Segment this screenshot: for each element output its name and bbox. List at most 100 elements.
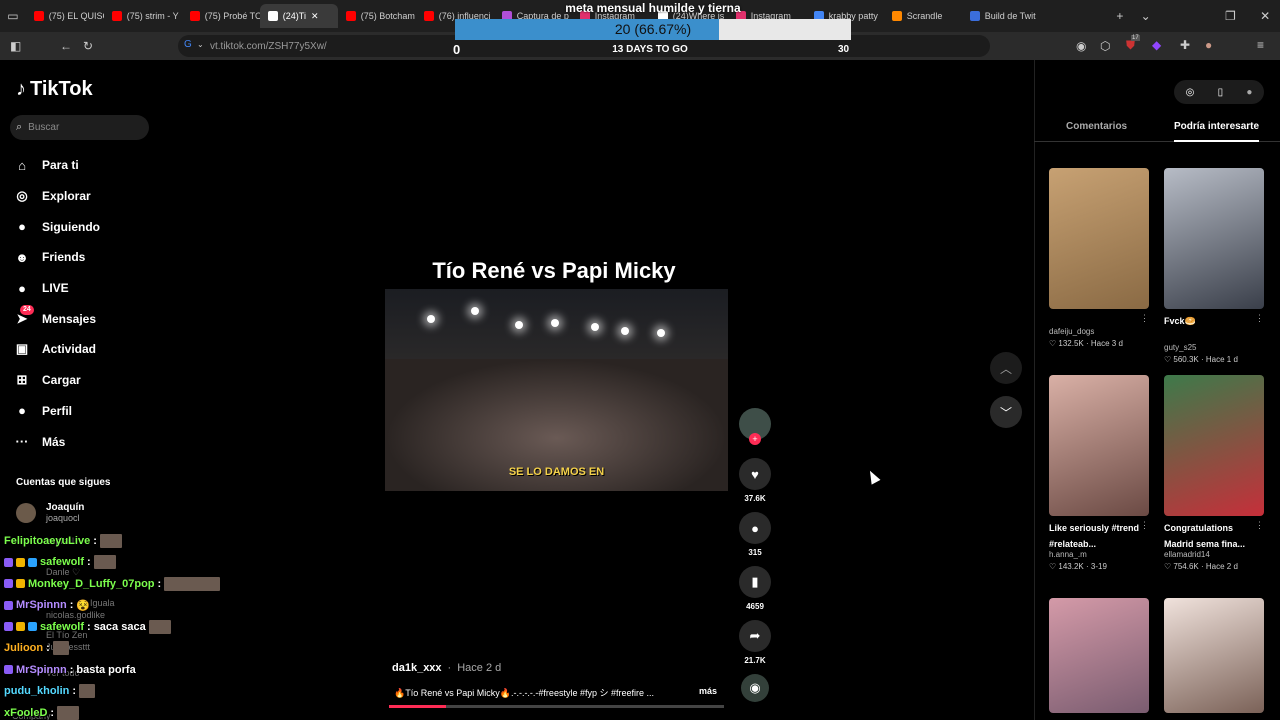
- tab-close-icon[interactable]: ✕: [311, 11, 319, 22]
- save-button[interactable]: ▮ 4659: [738, 566, 772, 615]
- search-input[interactable]: ⌕ Buscar: [10, 115, 149, 140]
- video-thumbnail[interactable]: [1164, 375, 1264, 516]
- video-player[interactable]: SE LO DAMOS EN: [385, 289, 728, 491]
- puzzle-icon[interactable]: ✚: [1180, 38, 1190, 52]
- tiktok-logo[interactable]: ♪ TikTok: [16, 78, 93, 101]
- sidebar-item-siguiendo[interactable]: ● Siguiendo: [14, 211, 164, 242]
- following-account[interactable]: Joaquín joaquocl: [16, 502, 84, 523]
- suggested-video-card[interactable]: Like seriously #trend #relateab... ⋮ h.ann…: [1049, 375, 1149, 571]
- sidebar-item-label: Actividad: [42, 342, 97, 357]
- sidebar-item-label: Mensajes: [42, 311, 97, 326]
- chat-colon: :: [87, 556, 91, 569]
- video-thumbnail[interactable]: [1049, 375, 1149, 516]
- new-tab-icon[interactable]: +: [1107, 9, 1133, 23]
- sidebar-item-label: Friends: [42, 250, 86, 265]
- chat-username: xFooleD: [4, 706, 48, 719]
- card-options-icon[interactable]: ⋮: [1255, 313, 1264, 324]
- browser-tab[interactable]: (24)Ti ✕: [259, 4, 338, 28]
- url-text: vt.tiktok.com/ZSH77y5Xw/: [210, 40, 327, 52]
- chat-username: MrSpinnn: [16, 599, 67, 612]
- tab-comments[interactable]: Comentarios: [1066, 121, 1127, 132]
- sidebar-item-explorar[interactable]: ◎ Explorar: [14, 181, 164, 212]
- chat-message: Julioon :: [4, 638, 254, 660]
- tab-actions-icon[interactable]: ▭: [0, 9, 26, 23]
- suggested-video-card[interactable]: Congratulations Madrid sema fina... ⋮ ella…: [1164, 375, 1264, 571]
- tab-suggestions[interactable]: Podría interesarte: [1174, 121, 1260, 142]
- window-close-icon[interactable]: ✕: [1250, 9, 1280, 23]
- sidebar-item-parati[interactable]: ⌂ Para ti: [14, 150, 164, 181]
- window-restore-icon[interactable]: ❐: [1211, 9, 1251, 23]
- sidebar-item-friends[interactable]: ☻ Friends: [14, 242, 164, 273]
- previous-video-button[interactable]: ︿: [990, 352, 1022, 384]
- post-time: Hace 2 d: [457, 662, 502, 674]
- chat-colon: :: [50, 706, 55, 719]
- browser-tab[interactable]: Scrandle: [884, 4, 962, 28]
- browser-tab[interactable]: (75) Probé TO: [182, 4, 260, 28]
- suggested-video-card[interactable]: Fvck🥯 ⋮ guty_s25 ♡ 560.3K · Hace 1 d: [1164, 168, 1264, 364]
- browser-tab[interactable]: Build de Twit: [962, 4, 1040, 28]
- twitch-ext-icon[interactable]: ◆: [1152, 38, 1161, 52]
- sidebar-item-label: Para ti: [42, 158, 79, 173]
- suggested-video-card[interactable]: [1049, 598, 1149, 713]
- card-time: Hace 2 d: [1205, 562, 1238, 571]
- tab-list-icon[interactable]: ⌄: [1133, 9, 1159, 23]
- comment-count: 315: [748, 548, 762, 557]
- back-icon[interactable]: ←: [60, 39, 72, 53]
- comment-button[interactable]: ● 315: [738, 512, 772, 561]
- sidebar-item-cargar[interactable]: ⊞ Cargar: [14, 365, 164, 396]
- friends-icon: ☻: [15, 249, 29, 265]
- compass-icon[interactable]: ◎: [1186, 87, 1195, 98]
- like-button[interactable]: ♥ 37.6K: [738, 458, 772, 507]
- notification-badge: 24: [20, 304, 34, 315]
- suggested-video-card[interactable]: ⋮ dafeiju_dogs ♡ 132.5K · Hace 3 d: [1049, 168, 1149, 348]
- profile-avatar-icon[interactable]: ●: [1205, 38, 1212, 52]
- heart-icon: ♡: [1164, 355, 1174, 364]
- site-info-icon[interactable]: ⌄: [197, 40, 204, 49]
- mouse-cursor: [865, 468, 881, 485]
- sidebar-item-perfil[interactable]: ● Perfil: [14, 396, 164, 427]
- next-video-button[interactable]: ﹀: [990, 396, 1022, 428]
- card-options-icon[interactable]: ⋮: [1255, 520, 1264, 531]
- phone-icon[interactable]: ▯: [1218, 87, 1224, 98]
- extension-icon[interactable]: ⬡: [1100, 39, 1110, 53]
- sidebar-item-mensajes[interactable]: ➤ 24 Mensajes: [14, 303, 164, 334]
- sidebar-item-label: Perfil: [42, 403, 73, 418]
- sidebar-toggle-icon[interactable]: ◧: [10, 39, 21, 53]
- menu-icon[interactable]: ≡: [1257, 38, 1264, 52]
- author-avatar-button[interactable]: +: [738, 408, 772, 445]
- account-icon[interactable]: ◉: [1076, 39, 1086, 53]
- chat-message: Monkey_D_Luffy_07pop :: [4, 573, 254, 595]
- video-thumbnail[interactable]: [1049, 598, 1149, 713]
- card-stats: ♡ 143.2K · 3-19: [1049, 562, 1149, 571]
- video-author[interactable]: da1k_xxx · Hace 2 d: [392, 662, 501, 674]
- browser-tab[interactable]: (75) Botcham: [338, 4, 416, 28]
- comment-icon: ●: [739, 512, 771, 544]
- video-progress-bar[interactable]: [389, 705, 724, 708]
- lamp-light: [471, 307, 479, 315]
- profile-icon: ●: [18, 403, 26, 419]
- sidebar-item-ms[interactable]: ··· Más: [14, 426, 164, 457]
- avatar[interactable]: ●: [1246, 87, 1252, 98]
- browser-tab[interactable]: (75) EL QUISC: [26, 4, 104, 28]
- browser-tab[interactable]: (75) strim - Y: [104, 4, 182, 28]
- chat-colon: :: [157, 577, 162, 590]
- sidebar-item-actividad[interactable]: ▣ Actividad: [14, 334, 164, 365]
- chat-message: pudu_kholin :: [4, 681, 254, 703]
- heart-icon: ♥: [739, 458, 771, 490]
- share-button[interactable]: ➦ 21.7K: [738, 620, 772, 669]
- follow-plus-icon[interactable]: +: [749, 433, 761, 445]
- following-header: Cuentas que sigues: [16, 477, 111, 488]
- card-options-icon[interactable]: ⋮: [1140, 520, 1149, 531]
- card-options-icon[interactable]: ⋮: [1140, 313, 1149, 324]
- account-username: joaquocl: [46, 513, 80, 523]
- reload-icon[interactable]: ↻: [83, 39, 93, 53]
- video-thumbnail[interactable]: [1049, 168, 1149, 309]
- suggested-video-card[interactable]: [1164, 598, 1264, 713]
- video-thumbnail[interactable]: [1164, 598, 1264, 713]
- more-button[interactable]: más: [699, 686, 717, 696]
- music-disc-button[interactable]: ◉: [738, 674, 772, 702]
- video-thumbnail[interactable]: [1164, 168, 1264, 309]
- sidebar-item-live[interactable]: ● LIVE: [14, 273, 164, 304]
- chat-badge-icon: [4, 665, 13, 675]
- chevron-down-icon: ﹀: [999, 405, 1012, 420]
